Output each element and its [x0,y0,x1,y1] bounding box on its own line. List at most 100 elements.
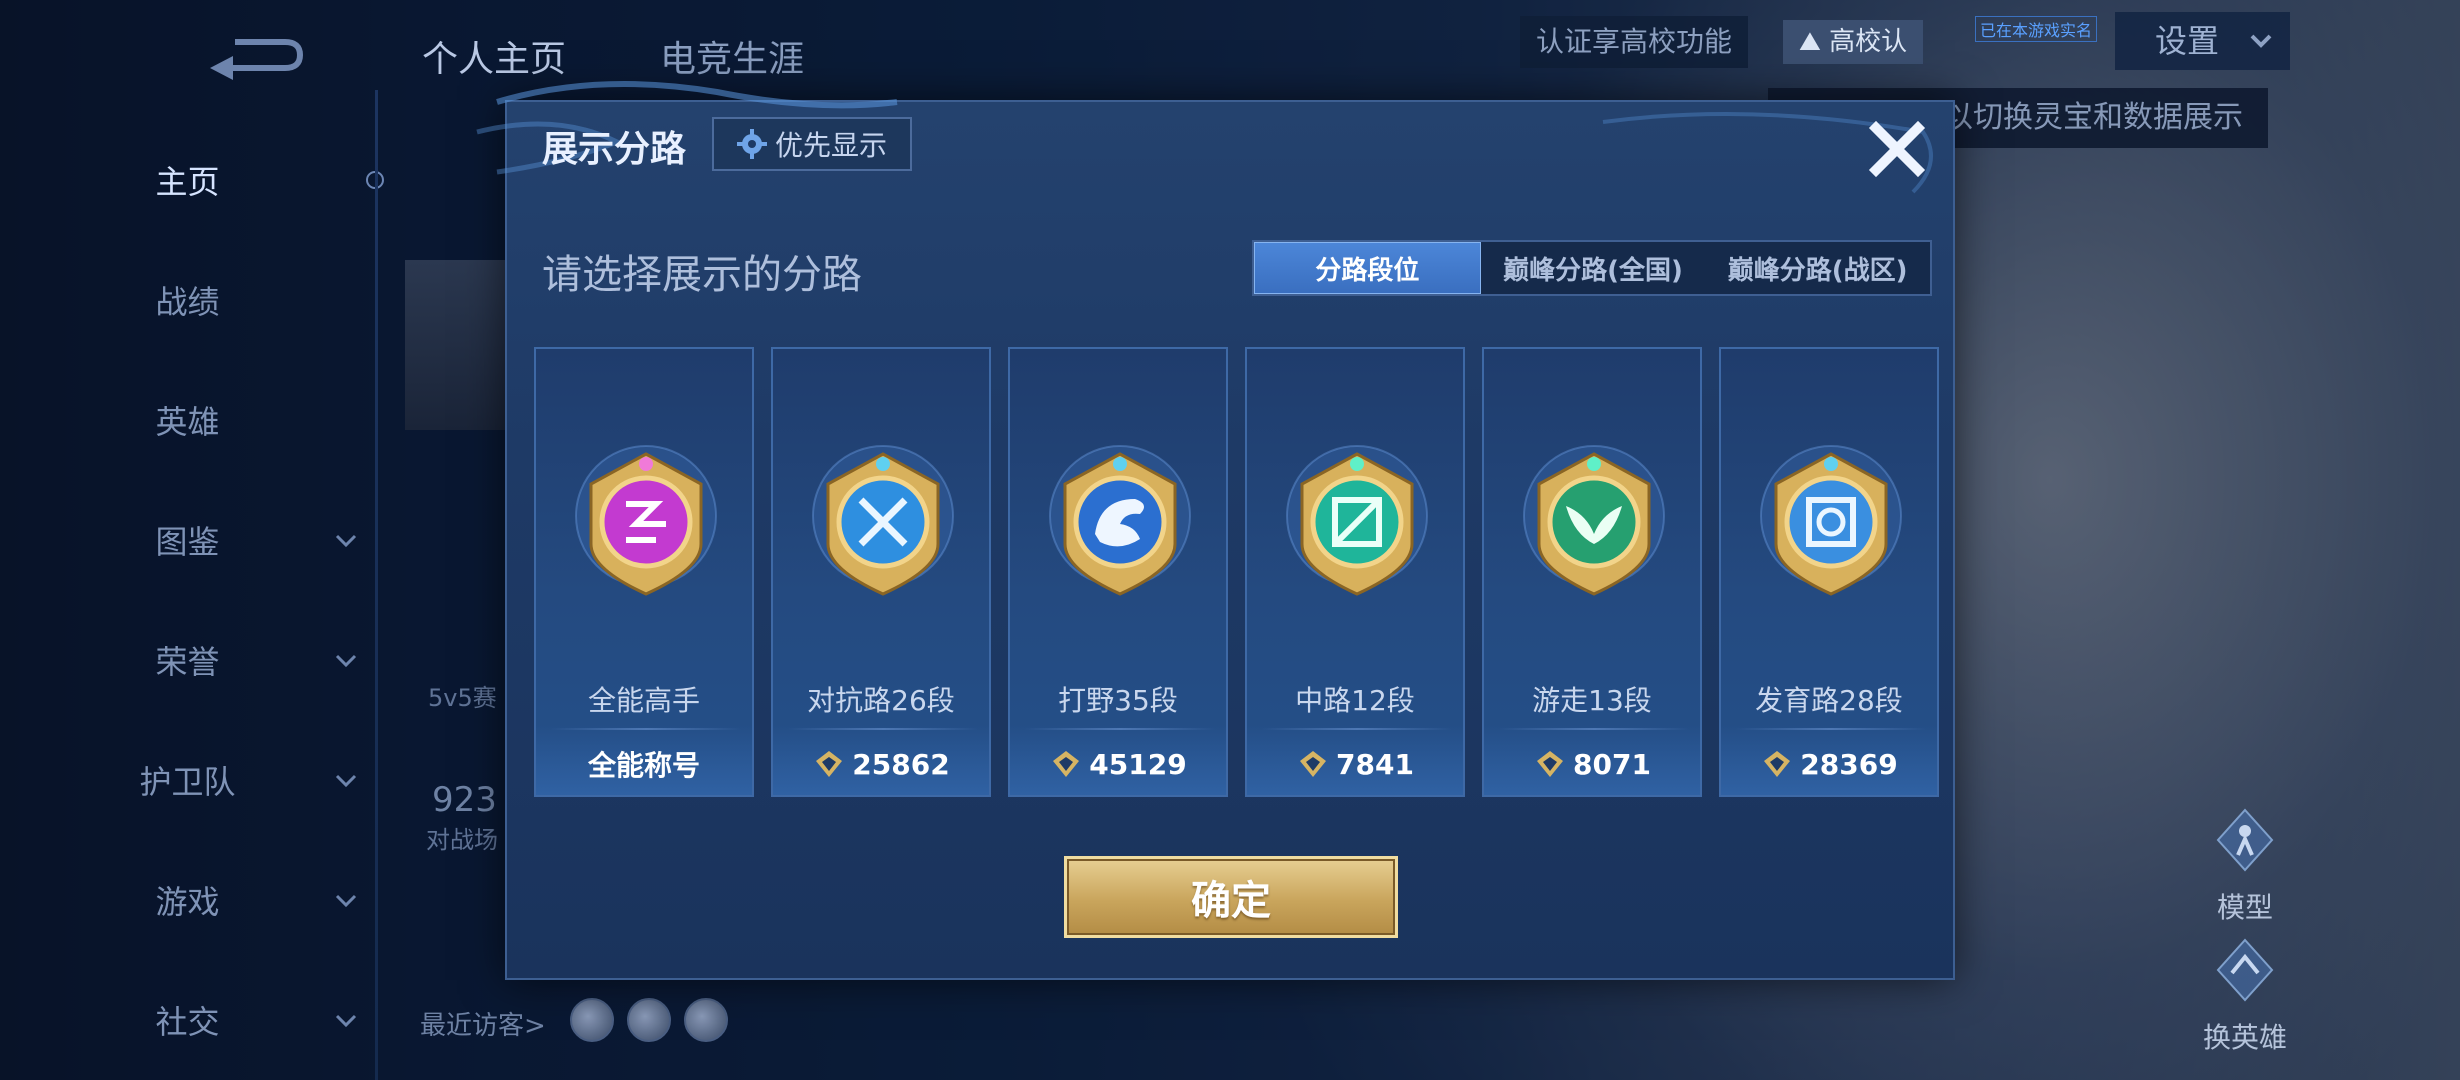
model-icon [2216,808,2274,872]
lane-name: 打野35段 [1058,684,1178,717]
clash-lane-icon [812,445,954,596]
dialog-title: 展示分路 [542,129,687,170]
card-divider [551,728,741,730]
nav-label: 游戏 [155,883,220,921]
back-arrow-icon[interactable] [205,30,305,80]
lane-value-text: 7841 [1336,747,1414,781]
settings-dropdown[interactable]: 设置 [2115,12,2290,70]
profile-photo[interactable] [405,260,515,430]
lane-mode-segmented-control: 分路段位 巅峰分路(全国) 巅峰分路(战区) [1252,240,1932,296]
lane-card-clash[interactable]: 对抗路26段 25862 [771,347,991,797]
gear-icon [736,129,767,159]
jungle-dragon-icon [1049,445,1191,596]
lane-value: 7841 [1247,744,1463,784]
nav-label: 主页 [155,163,220,201]
lane-value: 8071 [1484,744,1700,784]
settings-label: 设置 [2155,22,2220,60]
points-icon [816,751,843,777]
mid-lane-icon [1286,445,1428,596]
school-badge[interactable]: ⛰ 高校认 [1783,20,1924,64]
segment-lane-rank[interactable]: 分路段位 [1254,242,1481,294]
chevron-down-icon [2250,34,2272,48]
nav-label: 社交 [155,1003,220,1041]
nav-label: 战绩 [155,283,220,321]
nav-label: 荣誉 [155,643,220,681]
visitor-avatar[interactable] [570,998,614,1042]
nav-item-home[interactable]: 主页 [0,150,375,210]
model-label: 模型 [2216,891,2273,924]
card-divider [788,728,978,730]
nav-divider [375,90,378,1080]
lane-name: 游走13段 [1532,684,1652,717]
points-icon [1537,751,1564,777]
match-count-label: 对战场 [426,826,498,854]
match-count: 923 [432,780,497,820]
points-icon [1300,751,1327,777]
lane-value-text: 28369 [1800,747,1898,781]
points-icon [1764,751,1791,777]
select-lane-prompt: 请选择展示的分路 [542,252,862,298]
card-divider [1736,728,1926,730]
visitor-avatar[interactable] [684,998,728,1042]
chevron-down-icon [335,774,357,788]
priority-display-label: 优先显示 [774,129,887,162]
nav-item-records[interactable]: 战绩 [0,270,375,330]
lane-value-text: 45129 [1089,747,1187,781]
switch-hero-label: 换英雄 [2202,1021,2287,1054]
card-divider [1025,728,1215,730]
switch-hero-icon [2216,938,2274,1002]
lane-value-text: 8071 [1573,747,1651,781]
chevron-down-icon [335,894,357,908]
realname-tag: 已在本游戏实名 [1975,16,2098,42]
lane-card-mid[interactable]: 中路12段 7841 [1245,347,1465,797]
farm-lane-icon [1760,445,1902,596]
nav-item-honor[interactable]: 荣誉 [0,630,375,690]
lane-value: 45129 [1010,744,1226,784]
school-badge-label: 高校认 [1829,27,1908,57]
lane-value-text: 25862 [852,747,950,781]
nav-item-social[interactable]: 社交 [0,990,375,1050]
segment-peak-national[interactable]: 巅峰分路(全国) [1481,242,1706,294]
nav-label: 图鉴 [155,523,220,561]
lane-name: 发育路28段 [1755,684,1903,717]
rank-mode-label: 5v5赛 [428,684,497,712]
lane-card-roam[interactable]: 游走13段 8071 [1482,347,1702,797]
lane-cards: 全能高手 全能称号 对抗路26段 25862 打野35段 45129 中路12段… [527,347,1939,797]
lane-card-jungle[interactable]: 打野35段 45129 [1008,347,1228,797]
dialog-header: 展示分路 优先显示 [507,102,1953,192]
lane-value-text: 全能称号 [587,749,700,782]
points-icon [1053,751,1080,777]
lane-name: 全能高手 [587,684,700,717]
chevron-down-icon [335,534,357,548]
confirm-button[interactable]: 确定 [1064,856,1398,938]
switch-hero-button[interactable]: 换英雄 [2190,935,2300,1056]
nav-item-heroes[interactable]: 英雄 [0,390,375,450]
chevron-down-icon [335,1014,357,1028]
lane-display-dialog: 展示分路 优先显示 请选择展示的分路 分路段位 巅峰分路(全国) 巅峰分路(战区… [476,81,1955,980]
lane-card-farm[interactable]: 发育路28段 28369 [1719,347,1939,797]
priority-display-button[interactable]: 优先显示 [712,117,912,171]
segment-peak-zone[interactable]: 巅峰分路(战区) [1705,242,1930,294]
recent-visitors-link[interactable]: 最近访客> [420,1005,546,1042]
school-icon: ⛰ [1799,27,1830,57]
lane-value: 全能称号 [536,744,752,784]
nav-item-guard[interactable]: 护卫队 [0,750,375,810]
card-divider [1262,728,1452,730]
nav-label: 英雄 [155,403,220,441]
roam-wings-icon [1523,445,1665,596]
nav-item-game[interactable]: 游戏 [0,870,375,930]
nav-item-codex[interactable]: 图鉴 [0,510,375,570]
lane-card-all-rounder[interactable]: 全能高手 全能称号 [534,347,754,797]
model-button[interactable]: 模型 [2190,805,2300,926]
visitor-avatar[interactable] [627,998,671,1042]
campus-cert-hint[interactable]: 认证享高校功能 [1520,16,1749,68]
chevron-down-icon [335,654,357,668]
lane-name: 中路12段 [1295,684,1415,717]
card-divider [1499,728,1689,730]
all-rounder-icon [575,445,717,596]
nav-label: 护卫队 [139,763,236,801]
lane-value: 25862 [773,744,989,784]
lane-name: 对抗路26段 [807,684,955,717]
close-icon[interactable] [1862,114,1932,184]
lane-value: 28369 [1721,744,1937,784]
